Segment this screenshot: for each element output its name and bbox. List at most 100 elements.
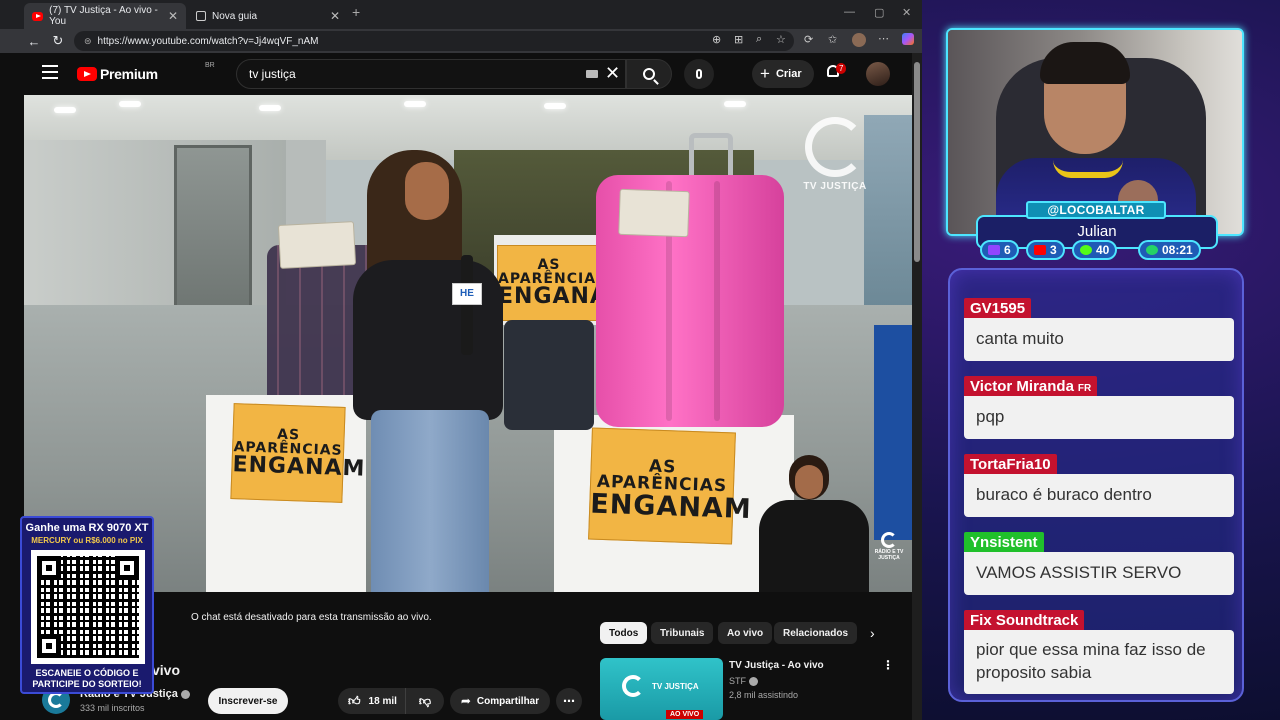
recommendation-title[interactable]: TV Justiça - Ao vivo	[729, 660, 824, 671]
recommendation-channel[interactable]: STF	[729, 676, 758, 687]
chevron-right-icon[interactable]: ›	[870, 625, 875, 641]
video-title: vivo	[152, 662, 181, 678]
chip-tribunais[interactable]: Tribunais	[651, 622, 714, 644]
premium-label: Premium	[100, 66, 158, 82]
chat-message: Ynsistent VAMOS ASSISTIR SERVO	[964, 532, 1234, 595]
tab-youtube[interactable]: (7) TV Justiça - Ao vivo - You ✕	[24, 3, 186, 29]
video-scene-note	[618, 188, 690, 238]
new-tab-button[interactable]: +	[352, 4, 360, 20]
subscribe-button[interactable]: Inscrever-se	[208, 688, 288, 714]
verified-icon	[180, 689, 190, 699]
chat-text: canta muito	[964, 318, 1234, 361]
subscriber-count: 333 mil inscritos	[80, 703, 145, 713]
giveaway-subtitle: MERCURY ou R$6.000 no PIX	[31, 536, 143, 545]
microphone-icon	[696, 69, 702, 79]
video-player[interactable]: AS APARÊNCIAS ENGANAM AS APARÊNCIAS ENGA…	[24, 95, 912, 592]
more-menu-icon[interactable]: ⋯	[878, 32, 889, 45]
giveaway-overlay: Ganhe uma RX 9070 XT MERCURY ou R$6.000 …	[20, 516, 154, 694]
chat-text: pior que essa mina faz isso de proposito…	[964, 630, 1234, 694]
close-tab-icon[interactable]: ✕	[168, 9, 178, 23]
more-actions-button[interactable]: ⋯	[556, 688, 582, 714]
share-arrow-icon: ➦	[460, 694, 471, 708]
thumbs-up-icon: 👍︎	[348, 693, 361, 708]
chat-text: VAMOS ASSISTIR SERVO	[964, 552, 1234, 595]
youtube-icon	[1034, 245, 1046, 255]
video-microphone	[461, 255, 473, 355]
profile-avatar[interactable]	[852, 33, 866, 47]
favorites-icon[interactable]: ✩	[828, 33, 837, 46]
site-info-icon[interactable]: ⊜	[84, 36, 92, 47]
video-reporter	[339, 150, 529, 592]
like-count: 18 mil	[368, 695, 397, 707]
menu-icon[interactable]	[42, 65, 58, 79]
recommendation-viewers: 2,8 mil assistindo	[729, 690, 799, 700]
live-badge: AO VIVO	[666, 710, 704, 719]
tv-justica-logo-icon	[622, 675, 644, 697]
voice-search-button[interactable]	[684, 59, 714, 89]
back-icon[interactable]: ←	[22, 34, 46, 49]
watch-below-area: O chat está desativado para esta transmi…	[24, 592, 912, 720]
country-flag-label: FR	[1077, 383, 1092, 394]
recommendation-menu-icon[interactable]: ⋮	[882, 658, 894, 672]
create-button[interactable]: + Criar	[752, 60, 814, 88]
keyboard-icon[interactable]	[586, 70, 598, 78]
youtube-header: Premium BR tv justiça ✕ + Criar 7	[24, 53, 912, 95]
chat-message: TortaFria10 buraco é buraco dentro	[964, 454, 1234, 517]
dislike-button[interactable]: 👎︎	[406, 688, 444, 714]
video-scene-elevator	[174, 145, 252, 310]
new-tab-icon	[196, 11, 206, 21]
youtube-logo[interactable]: Premium BR	[77, 62, 215, 82]
apps-icon[interactable]: ⊞	[734, 33, 743, 46]
share-button[interactable]: ➦ Compartilhar	[450, 688, 550, 714]
chat-username: Victor Miranda FR	[964, 376, 1098, 396]
search-icon	[643, 68, 655, 80]
video-scene-sanitizer-stand	[874, 325, 912, 540]
thumbs-down-icon: 👎︎	[418, 693, 432, 708]
region-label: BR	[205, 62, 215, 69]
twitch-viewer-stat: 6	[980, 240, 1019, 260]
search-button[interactable]	[626, 59, 672, 89]
minimize-icon[interactable]: —	[844, 6, 855, 18]
chip-ao-vivo[interactable]: Ao vivo	[718, 622, 773, 644]
close-tab-icon[interactable]: ✕	[330, 9, 340, 23]
notification-badge: 7	[836, 63, 847, 74]
bookmark-star-icon[interactable]: ☆	[776, 33, 786, 46]
extension-icon[interactable]: ⊕	[712, 33, 721, 46]
chip-todos[interactable]: Todos	[600, 622, 648, 644]
tab-label: Nova guia	[212, 10, 258, 22]
clear-search-icon[interactable]: ✕	[605, 63, 620, 83]
youtube-viewer-stat: 3	[1026, 240, 1065, 260]
chat-username: GV1595	[964, 298, 1032, 318]
tab-label: (7) TV Justiça - Ao vivo - You	[49, 5, 158, 27]
recommendation-thumbnail[interactable]: TV JUSTIÇA AO VIVO	[600, 658, 723, 720]
close-window-icon[interactable]: ✕	[902, 6, 911, 19]
giveaway-cta: ESCANEIE O CÓDIGO E PARTICIPE DO SORTEIO…	[32, 668, 142, 689]
chat-message: GV1595 canta muito	[964, 298, 1234, 361]
kick-viewer-stat: 40	[1072, 240, 1118, 260]
refresh-extension-icon[interactable]: ⟳	[804, 33, 813, 46]
giveaway-title: Ganhe uma RX 9070 XT	[25, 522, 149, 534]
search-value: tv justiça	[249, 67, 296, 81]
video-sign-right: AS APARÊNCIAS ENGANAM	[588, 427, 752, 545]
url-field[interactable]: ⊜ https://www.youtube.com/watch?v=Jj4wqV…	[74, 31, 794, 51]
chip-relacionados[interactable]: Relacionados	[774, 622, 858, 644]
qr-code	[31, 550, 145, 664]
account-avatar[interactable]	[866, 62, 890, 86]
youtube-play-icon	[77, 67, 97, 81]
reload-icon[interactable]: ↻	[46, 33, 70, 49]
share-label: Compartilhar	[476, 695, 540, 707]
maximize-icon[interactable]: ▢	[874, 6, 884, 19]
like-button[interactable]: 👍︎ 18 mil	[338, 688, 406, 714]
video-mic-flag: HE	[452, 283, 482, 305]
scrollbar-thumb[interactable]	[914, 62, 920, 262]
chat-disabled-message: O chat está desativado para esta transmi…	[191, 612, 432, 623]
copilot-icon[interactable]	[902, 33, 914, 45]
tab-strip: (7) TV Justiça - Ao vivo - You ✕ Nova gu…	[0, 0, 922, 29]
zoom-icon[interactable]: ⌕	[756, 33, 762, 46]
video-sign-left: AS APARÊNCIAS ENGANAM	[230, 403, 366, 503]
search-input[interactable]: tv justiça	[236, 59, 626, 89]
url-text: https://www.youtube.com/watch?v=Jj4wqVF_…	[97, 35, 319, 47]
chat-username: Fix Soundtrack	[964, 610, 1085, 630]
tab-new-tab[interactable]: Nova guia ✕	[188, 3, 348, 29]
like-dislike-group: 👍︎ 18 mil 👎︎	[338, 688, 444, 714]
